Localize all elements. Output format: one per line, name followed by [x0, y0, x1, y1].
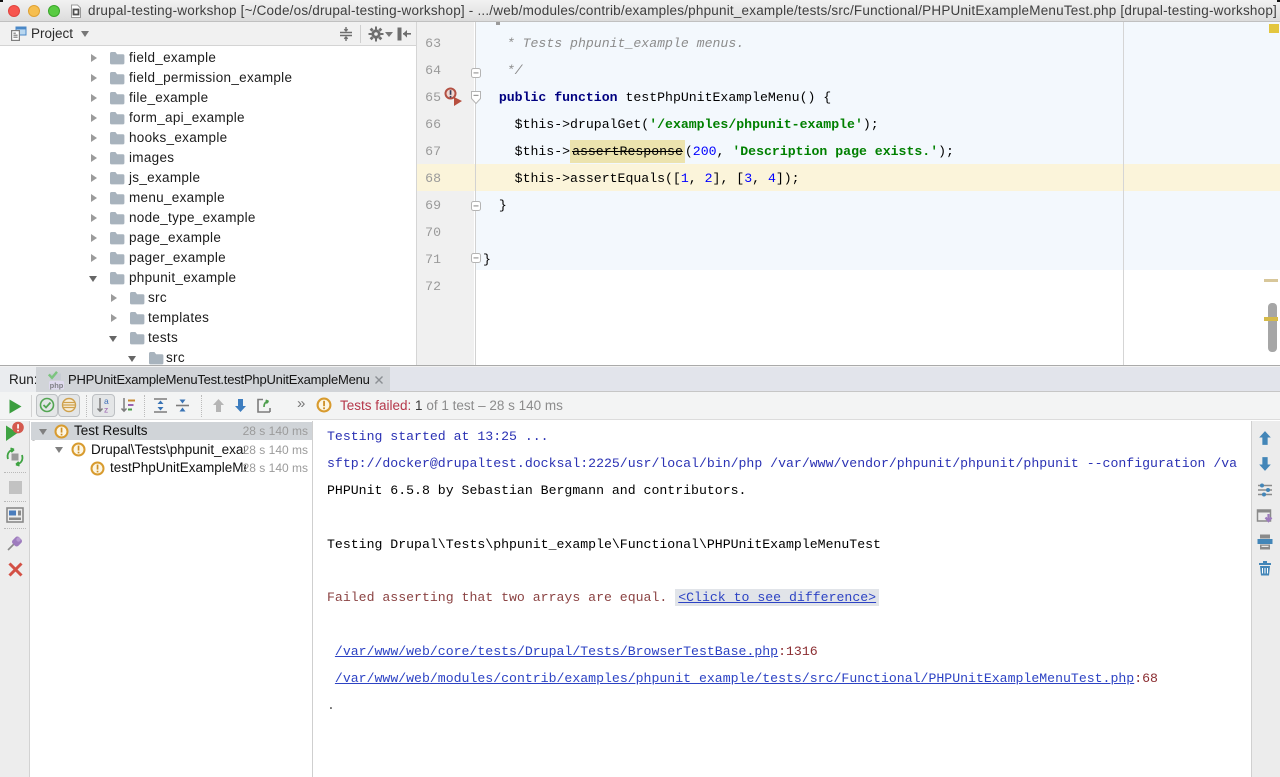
svg-text:php: php [50, 381, 64, 390]
svg-text:z: z [104, 405, 108, 415]
